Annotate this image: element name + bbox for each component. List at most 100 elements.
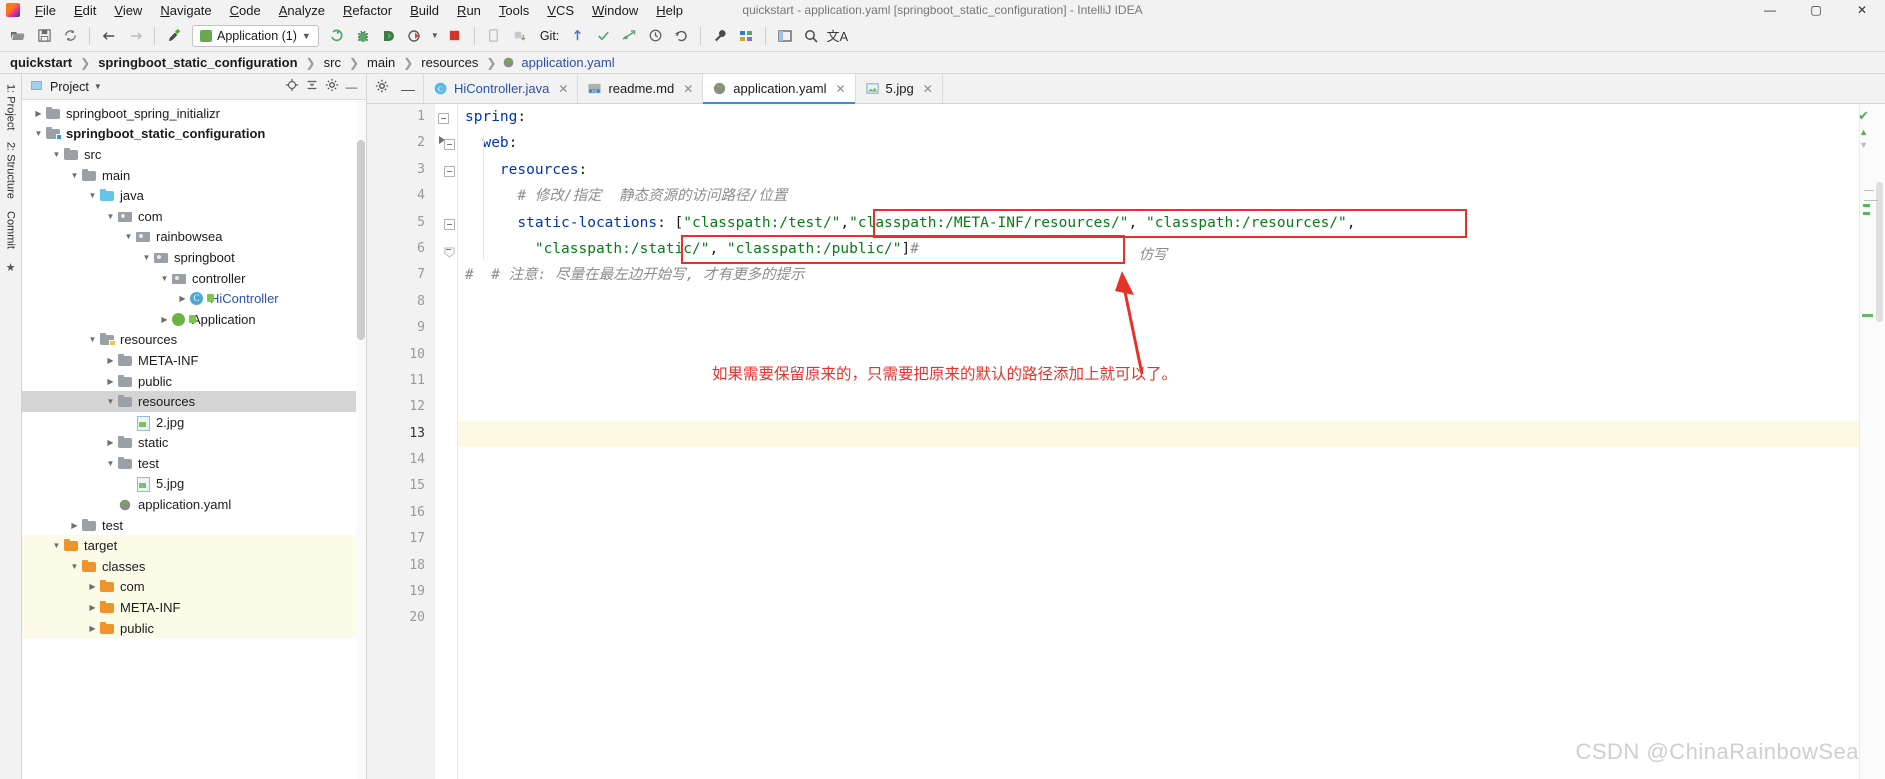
fold-marker-1[interactable] [438,113,449,124]
tree-row-hicontroller[interactable]: ▶ C HiController [22,288,366,309]
breadcrumb-item-resources[interactable]: resources [419,55,480,70]
code-line[interactable] [457,315,1885,341]
chevron-down-icon[interactable]: ▼ [68,171,81,180]
close-icon[interactable]: ✕ [923,82,933,96]
menu-item-file[interactable]: File [26,2,65,19]
gear-icon[interactable] [323,78,340,95]
chevron-right-icon[interactable]: ▶ [68,521,81,530]
code-line[interactable] [457,605,1885,631]
menu-item-navigate[interactable]: Navigate [151,2,220,19]
chevron-up-icon[interactable]: ▲ [1859,127,1868,137]
locate-icon[interactable] [283,78,300,95]
code-line[interactable] [457,473,1885,499]
gear-icon[interactable] [375,79,389,98]
close-button[interactable]: ✕ [1839,0,1885,20]
menu-item-code[interactable]: Code [221,2,270,19]
chevron-right-icon[interactable]: ▶ [104,500,117,509]
layout-icon[interactable] [773,24,797,48]
menu-item-run[interactable]: Run [448,2,490,19]
chevron-right-icon[interactable]: ▶ [104,377,117,386]
chevron-right-icon[interactable]: ▶ [176,294,189,303]
breadcrumb-item-module[interactable]: springboot_static_configuration [96,55,299,70]
editor-marker-bar[interactable]: ✔ ▲ ▼ [1858,104,1885,779]
chevron-down-icon[interactable]: ▼ [94,82,102,91]
chevron-down-icon[interactable]: ▼ [104,459,117,468]
save-icon[interactable] [32,24,56,48]
wrench-icon[interactable] [708,24,732,48]
menu-item-window[interactable]: Window [583,2,647,19]
fold-marker-5[interactable] [444,245,455,258]
chevron-down-icon[interactable]: ▼ [122,232,135,241]
code-line[interactable]: resources: [457,157,1885,183]
rail-item-project[interactable]: 1: Project [3,78,19,136]
tree-row-meta-inf[interactable]: ▶ META-INF [22,350,366,371]
breadcrumb-item-main[interactable]: main [365,55,397,70]
project-structure-icon[interactable] [734,24,758,48]
favorites-star-icon[interactable]: ★ [6,261,16,274]
tree-row-test[interactable]: ▶ test [22,515,366,536]
tree-row-springboot-static-configuration[interactable]: ▼ springboot_static_configuration [22,124,366,145]
tab-application-yaml[interactable]: application.yaml ✕ [703,74,856,104]
menu-item-help[interactable]: Help [647,2,692,19]
rail-item-commit[interactable]: Commit [3,205,19,255]
stop-icon[interactable] [443,24,467,48]
push-icon[interactable] [617,24,641,48]
chevron-down-icon[interactable]: ▼ [140,253,153,262]
minimize-button[interactable]: — [1747,0,1793,20]
chevron-right-icon[interactable]: ▶ [122,418,135,427]
tree-row-com[interactable]: ▼ com [22,206,366,227]
chevron-down-icon[interactable]: ▼ [50,150,63,159]
project-scrollbar-track[interactable] [356,100,366,779]
chevron-right-icon[interactable]: ▶ [86,603,99,612]
chevron-down-icon[interactable]: ▼ [32,129,45,138]
chevron-right-icon[interactable]: ▶ [122,479,135,488]
rail-item-structure[interactable]: 2: Structure [3,136,19,205]
tree-row-test[interactable]: ▼ test [22,453,366,474]
run-configuration-selector[interactable]: Application (1) ▼ [192,24,319,47]
tree-row-controller[interactable]: ▼ controller [22,268,366,289]
chevron-down-icon[interactable]: ▼ [1859,140,1868,150]
menu-item-build[interactable]: Build [401,2,448,19]
build-hammer-icon[interactable] [162,24,186,48]
chevron-down-icon[interactable]: ▼ [104,212,117,221]
tree-row-public[interactable]: ▶ public [22,371,366,392]
search-icon[interactable] [799,24,823,48]
breadcrumb-item-file[interactable]: application.yaml [519,55,616,70]
tree-row-public[interactable]: ▶ public [22,617,366,639]
commit-icon[interactable] [591,24,615,48]
chevron-right-icon[interactable]: ▶ [86,582,99,591]
chevron-down-icon[interactable]: ▼ [104,397,117,406]
translate-icon[interactable]: 文A [825,24,849,48]
menu-item-edit[interactable]: Edit [65,2,105,19]
tab-hicontroller-java[interactable]: C HiController.java ✕ [424,74,579,103]
tree-row-java[interactable]: ▼ java [22,185,366,206]
menu-item-view[interactable]: View [105,2,151,19]
chevron-down-icon[interactable]: ▼ [86,335,99,344]
chevron-down-icon[interactable]: ▼ [86,191,99,200]
chevron-down-icon[interactable]: ▼ [68,562,81,571]
code-line[interactable] [457,500,1885,526]
collapse-all-icon[interactable] [303,78,320,95]
tab-5-jpg[interactable]: 5.jpg ✕ [856,74,943,103]
fold-marker-2[interactable] [444,139,455,150]
breadcrumb-item-src[interactable]: src [322,55,343,70]
close-icon[interactable]: ✕ [683,82,693,96]
tree-row-classes[interactable]: ▼ classes [22,556,366,577]
tree-row-resources[interactable]: ▼ resources [22,391,366,412]
tree-row-5-jpg[interactable]: ▶ 5.jpg [22,474,366,495]
code-line[interactable]: spring: [457,104,1885,130]
menu-item-analyze[interactable]: Analyze [270,2,334,19]
close-icon[interactable]: ✕ [835,82,845,96]
chevron-right-icon[interactable]: ▶ [104,438,117,447]
project-scrollbar-thumb[interactable] [357,140,365,340]
code-line[interactable]: static-locations: ["classpath:/test/","c… [457,210,1885,236]
code-editor[interactable]: 1 2 3 4 5 6 7 8 9 10 11 12 13 14 15 16 17 18 19 20 spring: … [367,104,1885,779]
code-line[interactable]: # 修改/指定 静态资源的访问路径/位置 [457,183,1885,209]
maximize-button[interactable]: ▢ [1793,0,1839,20]
debug-icon[interactable] [351,24,375,48]
history-icon[interactable] [643,24,667,48]
marker-green[interactable] [1863,204,1870,207]
menu-item-vcs[interactable]: VCS [538,2,583,19]
open-folder-icon[interactable] [6,24,30,48]
breadcrumb-item-quickstart[interactable]: quickstart [8,55,74,70]
